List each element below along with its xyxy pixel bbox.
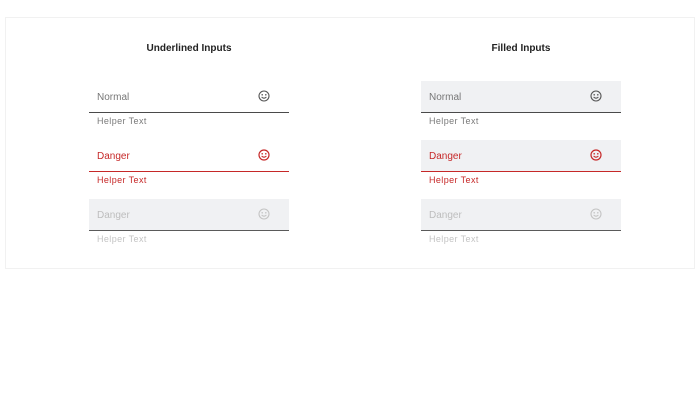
filled-danger-input[interactable]: Danger <box>421 140 621 172</box>
helper-text: Helper Text <box>97 234 147 244</box>
underlined-inputs-title: Underlined Inputs <box>146 43 232 54</box>
input-value: Danger <box>429 151 462 162</box>
helper-text: Helper Text <box>429 234 479 244</box>
smiley-icon <box>258 149 270 161</box>
underlined-danger-input[interactable]: Danger <box>89 140 289 172</box>
helper-text: Helper Text <box>97 116 147 126</box>
filled-inputs-title: Filled Inputs <box>491 43 551 54</box>
underlined-normal-input[interactable]: Normal <box>89 81 289 113</box>
input-value: Normal <box>429 92 462 103</box>
filled-disabled-input: Danger <box>421 199 621 231</box>
input-value: Danger <box>97 210 130 221</box>
filled-normal-input[interactable]: Normal <box>421 81 621 113</box>
underlined-disabled-field: Danger Helper Text <box>89 199 289 244</box>
filled-danger-field: Danger Helper Text <box>421 140 621 185</box>
input-value: Danger <box>429 210 462 221</box>
underlined-danger-field: Danger Helper Text <box>89 140 289 185</box>
inputs-demo-card: Underlined Inputs Normal Helper Text Dan… <box>5 17 695 269</box>
smiley-icon <box>590 208 602 220</box>
filled-normal-field: Normal Helper Text <box>421 81 621 126</box>
helper-text: Helper Text <box>429 116 479 126</box>
input-value: Danger <box>97 151 130 162</box>
underlined-normal-field: Normal Helper Text <box>89 81 289 126</box>
smiley-icon <box>590 149 602 161</box>
smiley-icon <box>258 208 270 220</box>
helper-text: Helper Text <box>429 175 479 185</box>
smiley-icon <box>590 90 602 102</box>
input-value: Normal <box>97 92 130 103</box>
filled-disabled-field: Danger Helper Text <box>421 199 621 244</box>
underlined-disabled-input: Danger <box>89 199 289 231</box>
smiley-icon <box>258 90 270 102</box>
helper-text: Helper Text <box>97 175 147 185</box>
